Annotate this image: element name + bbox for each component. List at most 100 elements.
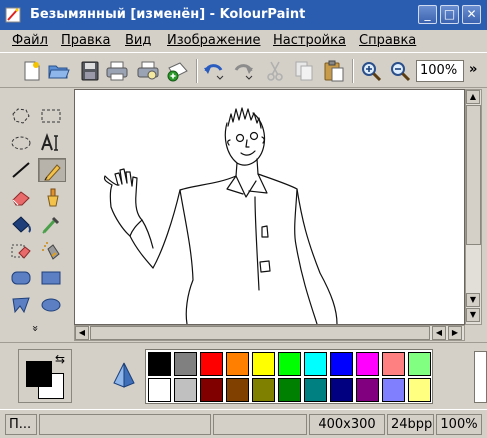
palette-color-swatch[interactable] [408,352,431,376]
rectangle-tool[interactable] [38,266,66,290]
zoom-out-icon[interactable] [388,59,412,83]
redo-icon[interactable] [231,59,255,83]
drawing-canvas[interactable] [75,90,464,324]
pen-tool[interactable] [38,158,66,182]
zoom-in-icon[interactable] [359,59,383,83]
status-bar: П... 400x300 24bpp 100% [0,409,487,438]
palette-color-swatch[interactable] [226,378,249,402]
palette-color-swatch[interactable] [408,378,431,402]
status-dimensions: 400x300 [309,414,385,435]
more-tools-button[interactable]: » [29,325,42,332]
palette-color-swatch[interactable] [330,352,353,376]
print-icon[interactable] [105,59,129,83]
menu-file[interactable]: Файл [12,33,48,48]
menu-view[interactable]: Вид [125,33,151,48]
horizontal-scroll-thumb[interactable] [90,326,430,340]
line-tool[interactable] [8,158,36,182]
toolbar-more-button[interactable]: » [469,62,477,77]
palette-color-swatch[interactable] [356,352,379,376]
menu-settings[interactable]: Настройка [273,33,346,48]
eraser-icon [12,191,30,206]
scroll-down-button[interactable]: ▼ [466,293,480,307]
toolbar-separator [196,59,198,83]
text-tool[interactable] [38,131,66,155]
free-form-selection-tool[interactable] [8,104,36,128]
palette-color-swatch[interactable] [174,378,197,402]
maximize-button[interactable]: □ [440,5,459,24]
status-depth: 24bpp [387,414,434,435]
palette-color-swatch[interactable] [278,378,301,402]
palette-color-swatch[interactable] [148,352,171,376]
undo-icon[interactable] [202,59,226,83]
close-button[interactable]: ✕ [462,5,481,24]
scroll-up-button[interactable]: ▲ [466,90,480,104]
palette-color-swatch[interactable] [200,352,223,376]
palette-color-swatch[interactable] [304,378,327,402]
cut-icon[interactable] [263,59,287,83]
canvas-viewport[interactable] [74,89,465,325]
ellipse-tool[interactable] [38,293,66,317]
eraser-tool[interactable] [8,185,36,209]
color-picker-tool[interactable] [38,212,66,236]
polygon-tool[interactable] [8,293,36,317]
palette-color-swatch[interactable] [382,352,405,376]
palette-color-swatch[interactable] [252,378,275,402]
main-toolbar: 100% » [0,52,487,88]
scroll-left-button-2[interactable]: ◀ [432,326,446,340]
spraycan-icon [42,242,60,260]
palette-color-swatch[interactable] [148,378,171,402]
mail-icon[interactable] [166,59,190,83]
rounded-rectangle-tool[interactable] [8,266,36,290]
palette-color-swatch[interactable] [278,352,301,376]
menu-bar: Файл Правка Вид Изображение Настройка Сп… [0,30,487,52]
polygon-icon [12,297,30,314]
paste-icon[interactable] [322,59,346,83]
horizontal-scrollbar[interactable]: ◀ ◀ ▶ [74,325,465,341]
vertical-scrollbar[interactable]: ▲ ▼ ▼ [465,89,482,325]
save-icon[interactable] [78,59,102,83]
new-icon[interactable] [20,59,44,83]
zoom-combo[interactable]: 100% [416,60,464,82]
title-bar: Безымянный [изменён] - KolourPaint _ □ ✕ [0,0,487,30]
canvas-page[interactable] [75,90,464,324]
brush-tool[interactable] [38,185,66,209]
copy-icon[interactable] [292,59,316,83]
scroll-down-button-2[interactable]: ▼ [466,308,480,322]
scroll-left-button[interactable]: ◀ [75,326,89,340]
swap-colors-icon[interactable]: ⇆ [55,352,65,366]
rect-select-icon [41,109,61,123]
color-eraser-tool[interactable] [8,239,36,263]
foreground-color-swatch[interactable] [26,361,52,387]
palette-color-swatch[interactable] [304,352,327,376]
palette-color-swatch[interactable] [330,378,353,402]
tool-box: » [4,92,70,342]
color-similarity-icon[interactable] [110,361,138,389]
rectangle-selection-tool[interactable] [38,104,66,128]
status-message: П... [5,414,37,435]
rectangle-icon [41,271,61,285]
menu-help[interactable]: Справка [359,33,416,48]
status-empty-2 [213,414,307,435]
menu-image[interactable]: Изображение [167,33,260,48]
print-preview-icon[interactable] [136,59,160,83]
scroll-right-button[interactable]: ▶ [448,326,462,340]
palette-color-swatch[interactable] [356,378,379,402]
minimize-button[interactable]: _ [418,5,437,24]
palette-color-swatch[interactable] [200,378,223,402]
kolourpaint-app-icon[interactable] [4,6,22,24]
palette-overflow [474,351,487,403]
spraycan-tool[interactable] [38,239,66,263]
palette-color-swatch[interactable] [174,352,197,376]
palette-color-swatch[interactable] [226,352,249,376]
palette-color-swatch[interactable] [382,378,405,402]
ellipse-icon [41,298,61,312]
vertical-scroll-thumb[interactable] [466,105,481,245]
open-icon[interactable] [47,59,71,83]
flood-fill-tool[interactable] [8,212,36,236]
ellipse-selection-tool[interactable] [8,131,36,155]
palette-color-swatch[interactable] [252,352,275,376]
status-zoom: 100% [436,414,482,435]
menu-edit[interactable]: Правка [61,33,110,48]
color-selector: ⇆ [18,349,72,403]
color-eraser-icon [11,244,31,259]
